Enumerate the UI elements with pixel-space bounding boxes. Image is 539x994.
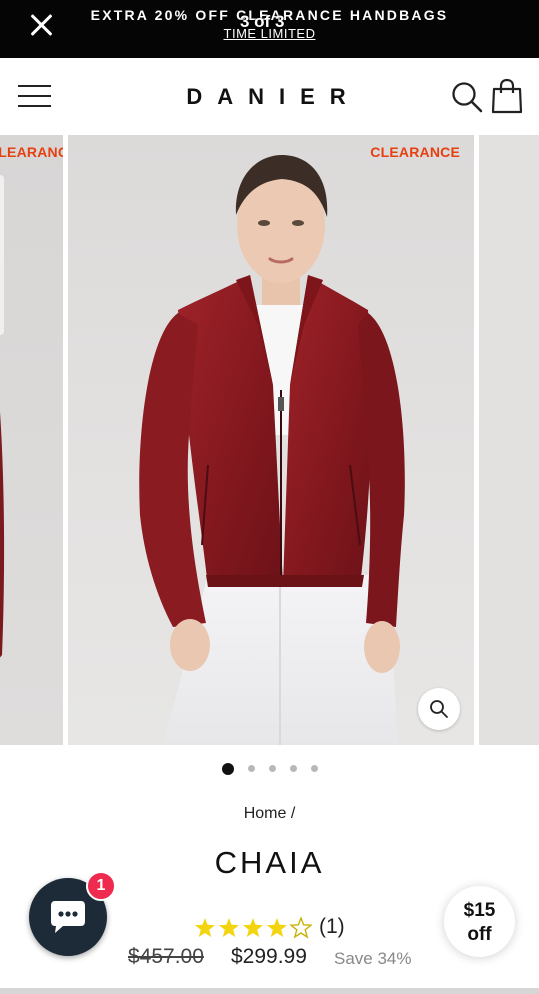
- promo-link[interactable]: TIME LIMITED: [0, 26, 539, 41]
- next-slide[interactable]: [479, 135, 539, 745]
- site-header: DANIER: [0, 58, 539, 135]
- sale-price: $299.99: [231, 945, 307, 968]
- review-count[interactable]: (1): [319, 915, 345, 939]
- search-icon[interactable]: [451, 81, 483, 113]
- discount-offer-button[interactable]: $15 off: [444, 886, 515, 957]
- zoom-button[interactable]: [418, 688, 460, 730]
- previous-product-photo: [0, 175, 5, 658]
- product-photo-red-leather-jacket: [139, 155, 405, 745]
- zoom-icon: [430, 700, 448, 718]
- carousel-dot-3[interactable]: [269, 765, 276, 772]
- savings-label: Save 34%: [334, 949, 412, 968]
- previous-slide[interactable]: CLEARANCE: [0, 135, 63, 745]
- product-title: CHAIA: [214, 845, 325, 880]
- chat-notification-badge: 1: [86, 871, 116, 901]
- original-price: $457.00: [128, 945, 204, 968]
- star-rating-icon: [195, 917, 312, 939]
- offer-amount: $15: [463, 900, 496, 921]
- chat-bubble-icon: [51, 901, 85, 933]
- carousel-dot-4[interactable]: [290, 765, 297, 772]
- carousel-dot-5[interactable]: [311, 765, 318, 772]
- current-slide[interactable]: CLEARANCE: [68, 135, 474, 745]
- breadcrumb-home-link[interactable]: Home /: [244, 805, 296, 822]
- shopping-bag-icon[interactable]: [491, 78, 523, 114]
- carousel-dot-1[interactable]: [222, 763, 234, 775]
- carousel-dot-2[interactable]: [248, 765, 255, 772]
- next-product-photo: [479, 135, 539, 745]
- offer-suffix: off: [467, 924, 492, 945]
- clearance-tag: CLEARANCE: [370, 144, 460, 160]
- bottom-divider: [0, 988, 539, 994]
- promo-bar: EXTRA 20% OFF CLEARANCE HANDBAGS 3 of 3 …: [0, 0, 539, 58]
- breadcrumb: Home /: [0, 805, 539, 823]
- product-image-carousel[interactable]: CLEARANCE: [0, 135, 539, 745]
